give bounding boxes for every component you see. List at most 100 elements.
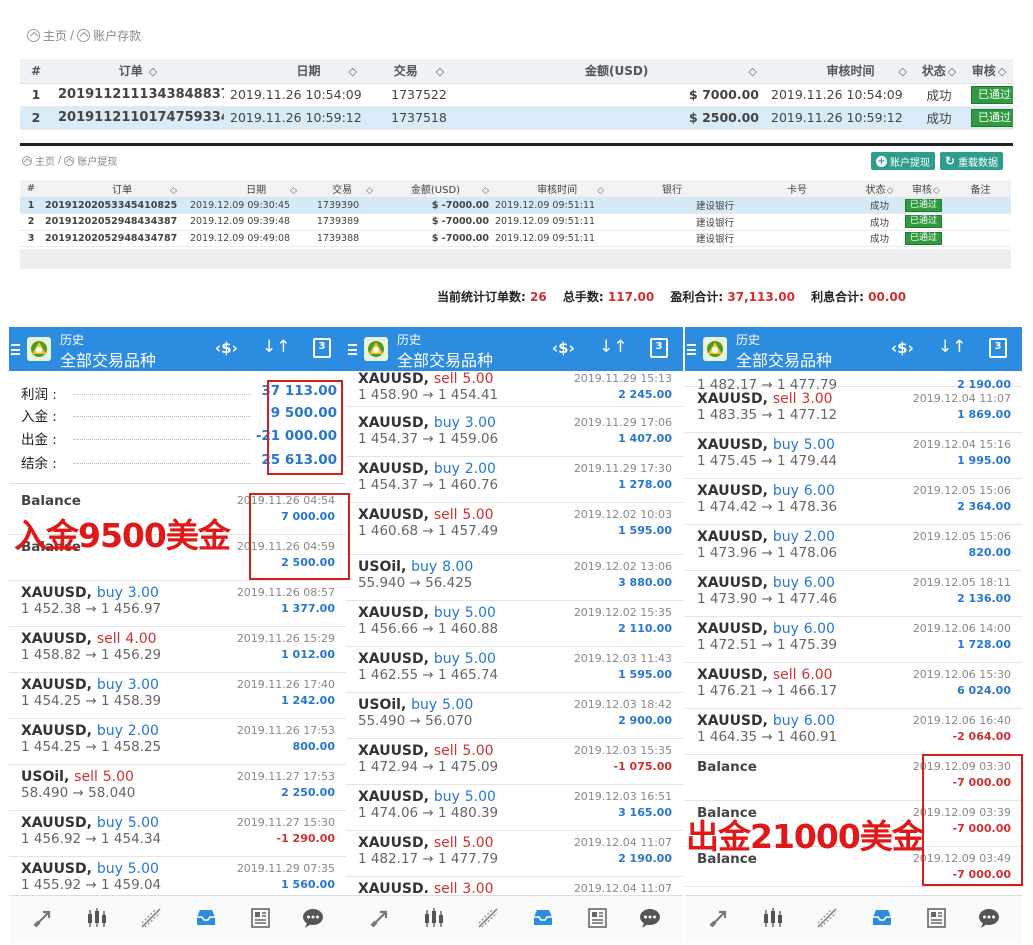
trade-row[interactable]: XAUUSD, sell 4.00 1 458.82 → 1 456.29 2019… [9, 627, 346, 673]
withdraw-button[interactable]: + 账户提现 [871, 152, 935, 170]
trade-row[interactable]: XAUUSD, buy 6.00 1 472.51 → 1 475.39 2019.… [685, 617, 1022, 663]
trade-row[interactable]: XAUUSD, sell 3.00 2019.12.04 11:07 [346, 877, 683, 893]
table-row[interactable]: 3 20191202052948434787 2019.12.09 09:49:… [20, 230, 1011, 247]
trade-row[interactable]: XAUUSD, sell 5.00 1 458.90 → 1 454.41 2019… [346, 371, 683, 407]
trade-row[interactable]: XAUUSD, sell 6.00 1 476.21 → 1 466.17 2019… [685, 663, 1022, 709]
currency-filter-icon[interactable]: ‹$› [891, 339, 914, 357]
trade-row[interactable]: XAUUSD, buy 5.00 1 462.55 → 1 465.74 2019.… [346, 647, 683, 693]
trade-row[interactable]: XAUUSD, buy 3.00 1 454.25 → 1 458.39 2019.… [9, 673, 346, 719]
sort-icon[interactable]: ◇ [482, 186, 489, 196]
sort-icon[interactable]: ◇ [366, 186, 373, 196]
history-icon[interactable] [194, 906, 218, 930]
news-icon[interactable] [925, 906, 949, 930]
analytics-icon[interactable] [139, 906, 163, 930]
table-row[interactable]: 1 20191202053345410825 2019.12.09 09:30:… [20, 197, 1011, 214]
col-trade[interactable]: 交易 ◇ [300, 180, 376, 198]
col-amount[interactable]: 金额(USD) ◇ [475, 59, 765, 84]
sort-icon[interactable]: ↓↑ [262, 337, 291, 357]
table-row[interactable]: 1 20191121113438488373 2019.11.26 10:54:… [20, 83, 1013, 107]
trade-row[interactable]: XAUUSD, buy 2.00 1 454.37 → 1 460.76 2019.… [346, 457, 683, 503]
trade-row[interactable]: XAUUSD, buy 3.00 1 454.37 → 1 459.06 2019.… [346, 411, 683, 457]
sort-icon[interactable]: ◇ [948, 65, 956, 78]
trade-row[interactable]: XAUUSD, buy 6.00 1 464.35 → 1 460.91 2019.… [685, 709, 1022, 755]
col-audit[interactable]: 审核◇ [965, 59, 1013, 84]
reload-button[interactable]: ↻ 重载数据 [940, 152, 1004, 170]
col-order[interactable]: 订单 ◇ [42, 180, 180, 198]
trade-row[interactable]: XAUUSD, sell 5.00 1 482.17 → 1 477.79 2019… [346, 831, 683, 877]
trade-row[interactable]: XAUUSD, buy 3.00 1 452.38 → 1 456.97 2019.… [9, 581, 346, 627]
sort-icon[interactable]: ↓↑ [599, 337, 628, 357]
menu-icon[interactable] [687, 344, 696, 355]
trade-icon[interactable] [707, 906, 731, 930]
col-status[interactable]: 状态◇ [857, 180, 902, 198]
analytics-icon[interactable] [476, 906, 500, 930]
chart-icon[interactable] [85, 906, 109, 930]
chat-icon[interactable] [977, 906, 1001, 930]
sort-icon[interactable]: ◇ [436, 65, 444, 78]
sort-icon[interactable]: ◇ [290, 186, 297, 196]
history-icon[interactable] [870, 906, 894, 930]
trade-row[interactable]: XAUUSD, buy 6.00 1 473.90 → 1 477.46 2019.… [685, 571, 1022, 617]
menu-icon[interactable] [348, 344, 357, 355]
trade-row[interactable]: XAUUSD, buy 5.00 1 455.92 → 1 459.04 2019.… [9, 857, 346, 893]
trade-row[interactable]: USOil, sell 5.00 58.490 → 58.040 2019.11.2… [9, 765, 346, 811]
trade-row[interactable]: XAUUSD, sell 5.00 1 472.94 → 1 475.09 2019… [346, 739, 683, 785]
sort-icon[interactable]: ◇ [998, 65, 1006, 78]
sort-icon[interactable]: ◇ [933, 186, 940, 196]
chat-icon[interactable] [301, 906, 325, 930]
trade-row-partial[interactable]: 1 482.17 → 1 477.79 2 190.00 [685, 371, 1022, 393]
currency-filter-icon[interactable]: ‹$› [552, 339, 575, 357]
sort-icon[interactable]: ↓↑ [938, 337, 967, 357]
trade-row[interactable]: XAUUSD, buy 6.00 1 474.42 → 1 478.36 2019.… [685, 479, 1022, 525]
chat-icon[interactable] [638, 906, 662, 930]
calendar-icon[interactable]: 3 [313, 338, 331, 358]
sort-icon[interactable]: ◇ [748, 65, 756, 78]
trade-row[interactable]: XAUUSD, buy 2.00 1 454.25 → 1 458.25 2019.… [9, 719, 346, 765]
col-date[interactable]: 日期 ◇ [224, 59, 363, 84]
news-icon[interactable] [249, 906, 273, 930]
trade-row[interactable]: USOil, buy 5.00 55.490 → 56.070 2019.12.03… [346, 693, 683, 739]
chart-icon[interactable] [422, 906, 446, 930]
trade-row[interactable]: XAUUSD, sell 5.00 1 460.68 → 1 457.49 2019… [346, 503, 683, 555]
col-trade[interactable]: 交易 ◇ [363, 59, 475, 84]
calendar-icon[interactable]: 3 [650, 338, 668, 358]
trade-row[interactable]: XAUUSD, buy 5.00 1 475.45 → 1 479.44 2019.… [685, 433, 1022, 479]
table-row[interactable]: 2 20191121101747593348 2019.11.26 10:59:… [20, 106, 1013, 130]
calendar-icon[interactable]: 3 [989, 338, 1007, 358]
sort-icon[interactable]: ◇ [170, 186, 177, 196]
menu-icon[interactable] [11, 344, 20, 355]
trade-icon[interactable] [31, 906, 55, 930]
header-symbols-filter[interactable]: 全部交易品种 [60, 347, 156, 371]
breadcrumb-home[interactable]: 主页 [43, 27, 67, 44]
trade-icon[interactable] [368, 906, 392, 930]
sort-icon[interactable]: ◇ [899, 65, 907, 78]
chart-icon[interactable] [761, 906, 785, 930]
analytics-icon[interactable] [815, 906, 839, 930]
trade-row[interactable]: XAUUSD, buy 5.00 1 456.66 → 1 460.88 2019.… [346, 601, 683, 647]
breadcrumb-home[interactable]: 主页 [35, 153, 55, 168]
trade-symbol: XAUUSD, buy 6.00 [697, 713, 835, 729]
col-amount[interactable]: 金额(USD) ◇ [376, 180, 492, 198]
trade-row[interactable]: XAUUSD, sell 3.00 1 483.35 → 1 477.12 2019… [685, 387, 1022, 433]
table-row[interactable]: 2 20191202052948434387 2019.12.09 09:39:… [20, 213, 1011, 231]
sort-icon[interactable]: ◇ [597, 186, 604, 196]
currency-filter-icon[interactable]: ‹$› [215, 339, 238, 357]
col-review-time[interactable]: 审核时间 ◇ [765, 59, 913, 84]
sort-icon[interactable]: ◇ [149, 65, 157, 78]
trade-symbol: XAUUSD, sell 5.00 [358, 371, 494, 387]
trade-row[interactable]: USOil, buy 8.00 55.940 → 56.425 2019.12.02… [346, 555, 683, 601]
col-review-time[interactable]: 审核时间 ◇ [492, 180, 607, 198]
col-order[interactable]: 订单 ◇ [52, 59, 224, 84]
col-audit[interactable]: 审核◇ [902, 180, 950, 198]
trade-row[interactable]: XAUUSD, buy 5.00 1 474.06 → 1 480.39 2019.… [346, 785, 683, 831]
history-icon[interactable] [531, 906, 555, 930]
sort-icon[interactable]: ◇ [887, 186, 894, 196]
trade-row[interactable]: XAUUSD, buy 5.00 1 456.92 → 1 454.34 2019.… [9, 811, 346, 857]
news-icon[interactable] [586, 906, 610, 930]
col-status[interactable]: 状态◇ [913, 59, 965, 84]
header-symbols-filter[interactable]: 全部交易品种 [736, 347, 832, 371]
header-symbols-filter[interactable]: 全部交易品种 [397, 347, 493, 371]
sort-icon[interactable]: ◇ [349, 65, 357, 78]
col-date[interactable]: 日期 ◇ [180, 180, 300, 198]
trade-row[interactable]: XAUUSD, buy 2.00 1 473.96 → 1 478.06 2019.… [685, 525, 1022, 571]
